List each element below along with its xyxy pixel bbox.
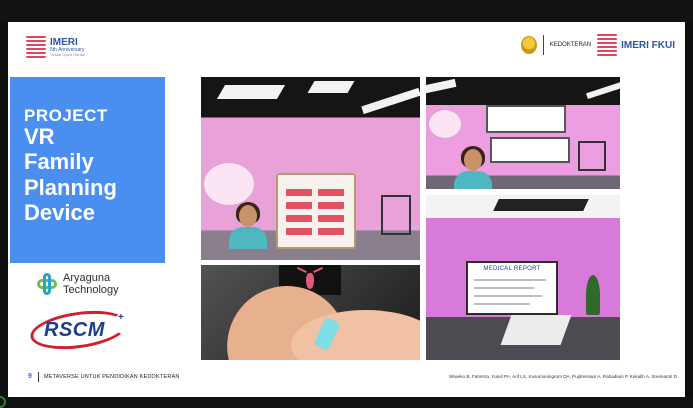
aryaguna-cross-icon	[35, 273, 59, 296]
imeri-fkui-logo: IMERI FKUI	[597, 34, 675, 56]
project-title-box: PROJECT VR Family Planning Device	[10, 77, 165, 263]
rscm-logo: RSCM +	[27, 305, 131, 355]
project-title-vr: VR	[24, 124, 55, 149]
institution-logos: KEDOKTERAN IMERI FKUI	[520, 34, 675, 56]
footer-authors: Wiweko B, Fahreza, Yusuf PA, Arif LS, Ku…	[448, 374, 677, 379]
coat-rack-icon-2	[578, 141, 606, 171]
vr-screenshot-counseling-room	[201, 77, 420, 260]
imeri-logo-title: IMERI	[50, 36, 78, 48]
rscm-plus-icon: +	[118, 312, 124, 323]
slide: IMERI 5th Anniversary Virtual Open House…	[8, 22, 685, 397]
patient-avatar-2	[454, 146, 494, 189]
footer-divider	[38, 372, 39, 382]
vr-screenshot-dialog	[426, 77, 620, 189]
bottom-bar	[0, 397, 693, 407]
logo-divider	[542, 35, 544, 55]
outline-panel	[276, 173, 356, 249]
plant-icon	[586, 275, 600, 315]
contraception-poster-icon	[203, 162, 255, 206]
project-title-planning: Planning	[24, 174, 117, 200]
patient-avatar	[229, 202, 269, 251]
rscm-text: RSCM	[44, 319, 105, 341]
aryaguna-logo: Aryaguna Technology	[35, 272, 119, 296]
vr-screenshot-device-insertion	[201, 265, 420, 360]
project-title-family: Family	[24, 149, 94, 175]
poster-bubble-icon	[428, 109, 462, 139]
imeri-logo-tagline: Virtual Open House	[50, 51, 85, 57]
top-bar	[0, 0, 693, 22]
project-title-device: Device	[24, 199, 95, 225]
coat-rack-icon	[381, 195, 411, 235]
imeri-anniversary-logo: IMERI 5th Anniversary Virtual Open House	[26, 36, 85, 58]
dialog-panel-top	[486, 105, 566, 133]
aryaguna-name: Aryaguna	[63, 272, 111, 284]
tablet-device	[500, 315, 572, 345]
vr-screenshot-medical-report: MEDICAL REPORT	[426, 195, 620, 360]
faculty-label: KEDOKTERAN	[549, 41, 592, 48]
imeri-fkui-title: IMERI FKUI	[621, 39, 675, 51]
dialog-panel-bottom	[490, 137, 570, 163]
imeri-fkui-mark-icon	[597, 34, 618, 56]
imeri-mark-icon	[26, 36, 46, 58]
medical-report-panel: MEDICAL REPORT	[466, 261, 558, 315]
project-label: PROJECT	[24, 106, 108, 125]
university-seal-icon	[520, 36, 537, 54]
aryaguna-technology: Technology	[63, 284, 119, 297]
page-number: 9	[28, 373, 32, 380]
medical-report-title: MEDICAL REPORT	[483, 266, 541, 272]
footer-title: METAVERSE UNTUK PENDIDIKAN KEDOKTERAN	[44, 374, 180, 380]
